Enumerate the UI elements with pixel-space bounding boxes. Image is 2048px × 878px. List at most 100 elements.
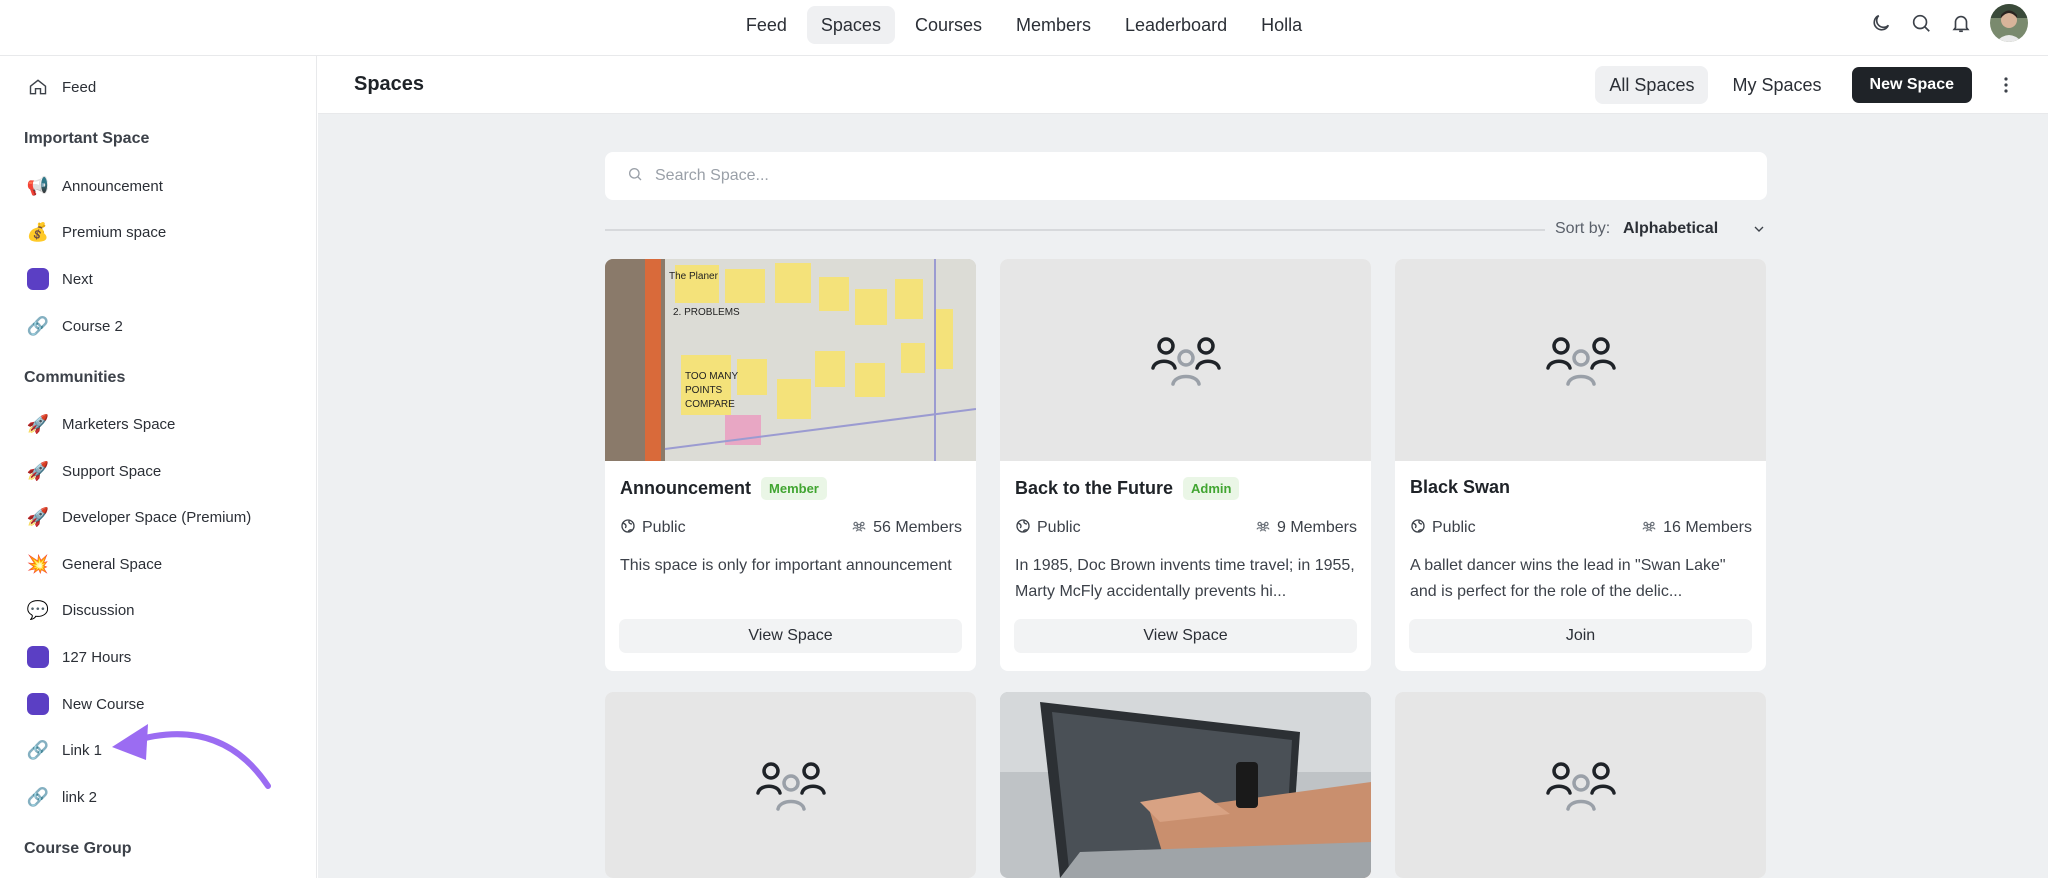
laptop-photo (1000, 692, 1371, 878)
space-card (605, 692, 976, 878)
card-title[interactable]: Back to the Future (1015, 478, 1173, 499)
sidebar-item-label: Developer Space (Premium) (62, 508, 252, 526)
nav-feed[interactable]: Feed (732, 6, 801, 44)
sidebar-item-label: Marketers Space (62, 415, 176, 433)
svg-text:POINTS: POINTS (685, 385, 723, 396)
visibility-label: Public (1432, 519, 1476, 536)
sidebar-item-developer-space[interactable]: 🚀 Developer Space (Premium) (26, 501, 251, 533)
sidebar-item-new-course[interactable]: New Course (26, 688, 145, 720)
money-bag-icon: 💰 (26, 221, 50, 242)
globe-icon (620, 518, 636, 539)
sidebar-item-link-2[interactable]: 🔗 link 2 (26, 781, 97, 813)
card-title[interactable]: Black Swan (1410, 477, 1510, 498)
svg-text:The Planer: The Planer (669, 271, 719, 282)
sidebar-item-label: Premium space (62, 223, 167, 241)
speech-bubble-icon: 💬 (26, 599, 50, 620)
avatar[interactable] (1990, 4, 2028, 42)
members-icon (1255, 518, 1271, 539)
sidebar-item-label: Feed (62, 78, 97, 96)
sidebar-item-label: Announcement (62, 177, 163, 195)
sidebar-item-discussion[interactable]: 💬 Discussion (26, 594, 135, 626)
divider (605, 229, 1545, 231)
tab-my-spaces[interactable]: My Spaces (1718, 66, 1835, 104)
sidebar-item-feed[interactable]: Feed (26, 71, 96, 103)
bell-icon[interactable] (1950, 12, 1972, 34)
purple-square-icon (26, 267, 50, 291)
sidebar-item-link-1[interactable]: 🔗 Link 1 (26, 734, 102, 766)
globe-icon (1015, 518, 1031, 539)
nav-spaces[interactable]: Spaces (806, 6, 895, 44)
sidebar-item-marketers-space[interactable]: 🚀 Marketers Space (26, 408, 176, 440)
collision-icon: 💥 (26, 553, 50, 574)
sidebar-item-127-hours[interactable]: 127 Hours (26, 641, 131, 673)
purple-square-icon (26, 645, 50, 669)
search-icon[interactable] (1910, 12, 1932, 34)
chevron-down-icon[interactable] (1751, 221, 1767, 242)
member-count: 56 Members (873, 519, 962, 536)
svg-text:TOO MANY: TOO MANY (685, 371, 738, 382)
group-users-icon (755, 753, 826, 818)
top-navbar: Feed Spaces Courses Members Leaderboard … (0, 0, 2048, 56)
sidebar-item-label: link 2 (62, 788, 98, 806)
card-description: This space is only for important announc… (620, 557, 952, 574)
search-input[interactable] (655, 167, 1655, 185)
main-content: Spaces All Spaces My Spaces New Space So… (318, 56, 2048, 878)
sort-select[interactable]: Alphabetical (1623, 220, 1718, 238)
nav-leaderboard[interactable]: Leaderboard (1111, 6, 1241, 44)
sidebar-item-label: 127 Hours (62, 648, 132, 666)
admin-badge: Admin (1183, 477, 1240, 500)
space-card (1395, 692, 1766, 878)
link-icon: 🔗 (26, 739, 50, 760)
sidebar-group-title: Important Space (24, 130, 150, 147)
sidebar-item-announcement[interactable]: 📢 Announcement (26, 170, 163, 202)
sidebar-item-label: Link 1 (62, 741, 103, 759)
visibility-label: Public (1037, 519, 1081, 536)
sticky-notes-photo: The Planer 2. PROBLEMS TOO MANY POINTS COMP… (605, 259, 976, 461)
sidebar-item-premium-space[interactable]: 💰 Premium space (26, 216, 166, 248)
svg-text:COMPARE: COMPARE (685, 399, 735, 410)
view-space-button[interactable]: View Space (1014, 619, 1357, 653)
link-icon: 🔗 (26, 315, 50, 336)
card-title[interactable]: Announcement (620, 478, 751, 499)
nav-courses[interactable]: Courses (901, 6, 996, 44)
main-nav: Feed Spaces Courses Members Leaderboard … (0, 6, 2048, 44)
nav-members[interactable]: Members (1002, 6, 1105, 44)
tab-all-spaces[interactable]: All Spaces (1595, 66, 1709, 104)
sidebar-item-support-space[interactable]: 🚀 Support Space (26, 455, 161, 487)
members-icon (851, 518, 867, 539)
globe-icon (1410, 518, 1426, 539)
space-card: The Planer 2. PROBLEMS TOO MANY POINTS COMP… (605, 259, 976, 671)
annotation-arrow-icon (112, 724, 271, 789)
svg-text:2. PROBLEMS: 2. PROBLEMS (673, 307, 740, 318)
card-description: A ballet dancer wins the lead in "Swan L… (1410, 557, 1726, 600)
more-options-icon[interactable] (1994, 73, 2018, 97)
view-space-button[interactable]: View Space (619, 619, 962, 653)
sidebar-item-next[interactable]: Next (26, 263, 93, 295)
group-users-icon (1545, 753, 1616, 818)
members-icon (1641, 518, 1657, 539)
sidebar-item-label: Course 2 (62, 317, 123, 335)
new-space-button[interactable]: New Space (1851, 67, 1972, 103)
cover-placeholder (605, 692, 976, 878)
cover-placeholder (1000, 259, 1371, 461)
space-card: Black Swan Public 16 Members A ballet da… (1395, 259, 1766, 671)
home-icon (26, 75, 50, 99)
space-card: Back to the Future Admin Public 9 Member… (1000, 259, 1371, 671)
link-icon: 🔗 (26, 786, 50, 807)
cover-placeholder (1395, 692, 1766, 878)
sort-label: Sort by: (1555, 220, 1611, 237)
sidebar-item-course-2[interactable]: 🔗 Course 2 (26, 310, 123, 342)
member-badge: Member (761, 477, 827, 500)
cover-placeholder (1395, 259, 1766, 461)
card-description: In 1985, Doc Brown invents time travel; … (1015, 557, 1355, 600)
space-card (1000, 692, 1371, 878)
sidebar-group-title: Course Group (24, 840, 132, 857)
dark-mode-moon-icon[interactable] (1870, 12, 1892, 34)
sidebar-item-label: General Space (62, 555, 163, 573)
join-button[interactable]: Join (1409, 619, 1752, 653)
rocket-icon: 🚀 (26, 413, 50, 434)
sidebar-item-general-space[interactable]: 💥 General Space (26, 548, 162, 580)
nav-holla[interactable]: Holla (1247, 6, 1316, 44)
megaphone-icon: 📢 (26, 175, 50, 196)
search-box[interactable] (605, 152, 1767, 200)
